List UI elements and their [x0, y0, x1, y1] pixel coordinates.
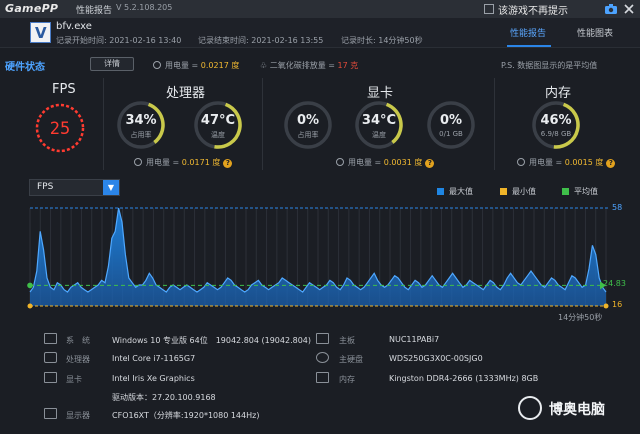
- cpu-power: 用电量 = 0.0171 度?: [134, 157, 233, 168]
- version-text: V 5.2.108.205: [116, 3, 173, 12]
- ram-value: Kingston DDR4-2666 (1333MHz) 8GB: [389, 374, 539, 383]
- y-min-label: 16: [612, 300, 623, 309]
- clock-icon: [336, 158, 344, 166]
- disk-value: WDS250G3X0C-00SJG0: [389, 354, 483, 363]
- clock-icon: [517, 158, 525, 166]
- co2-emission: ♧ 二氧化碳排放量 = 17 克: [260, 61, 359, 70]
- gpu-usage-gauge: 0% 占用率: [283, 100, 333, 150]
- gpu-temp-label: 温度: [372, 131, 386, 139]
- help-icon[interactable]: ?: [606, 159, 616, 168]
- disk-label: 主硬盘: [339, 355, 363, 364]
- cpu-info-label: 处理器: [66, 355, 90, 364]
- system-value: Windows 10 专业版 64位 19042.804 (19042.804): [112, 336, 312, 345]
- title-bar: GamePP 性能报告 V 5.2.108.205 该游戏不再提示: [0, 0, 640, 18]
- gpu-label: 显卡: [367, 86, 394, 101]
- divider: [262, 78, 263, 170]
- divider: [103, 78, 104, 170]
- camera-icon[interactable]: [604, 2, 618, 16]
- min-end-point: [603, 303, 609, 309]
- tab-performance-chart[interactable]: 性能图表: [577, 26, 613, 39]
- close-icon[interactable]: [622, 2, 636, 16]
- gpu-info-value: Intel Iris Xe Graphics: [112, 374, 195, 383]
- monitor-icon: [44, 408, 57, 419]
- display-label: 显示器: [66, 411, 90, 420]
- details-button[interactable]: 详情: [90, 57, 134, 71]
- cpu-icon: [44, 352, 57, 363]
- game-icon: [30, 22, 51, 43]
- fps-chart: [27, 207, 610, 309]
- gpu-info-label: 显卡: [66, 375, 82, 384]
- memory-usage-label: 6.9/8 GB: [540, 130, 572, 138]
- gpu-vram-gauge: 0% 0/1 GB: [426, 100, 476, 150]
- display-value: CFO16XT（分辨率:1920*1080 144Hz): [112, 411, 260, 420]
- total-power: 用电量 = 0.0217 度: [153, 60, 239, 71]
- memory-power: 用电量 = 0.0015 度?: [517, 157, 616, 168]
- y-max-label: 58: [612, 203, 623, 212]
- y-avg-label: 24.83: [603, 279, 626, 288]
- report-header: bfv.exe 记录开始时间: 2021-02-16 13:40 记录结束时间:…: [0, 18, 640, 48]
- board-label: 主板: [339, 336, 355, 345]
- gpu-vram-value: 0%: [439, 113, 463, 128]
- divider: [494, 78, 495, 170]
- system-label: 系 统: [66, 336, 90, 345]
- cpu-info-value: Intel Core i7-1165G7: [112, 354, 196, 363]
- app-logo: GamePP: [5, 2, 59, 15]
- fps-value: 25: [49, 119, 71, 139]
- clock-icon: [134, 158, 142, 166]
- board-value: NUC11PABi7: [389, 335, 440, 344]
- cpu-label: 处理器: [166, 86, 206, 101]
- record-start: 记录开始时间: 2021-02-16 13:40: [56, 36, 182, 45]
- gpu-temp-gauge: 34°C 温度: [354, 100, 404, 150]
- record-end: 记录结束时间: 2021-02-16 13:55: [198, 36, 324, 45]
- gpu-usage-value: 0%: [296, 113, 320, 128]
- driver-version: 驱动版本：27.20.100.9168: [112, 393, 216, 402]
- game-name: bfv.exe: [56, 21, 92, 32]
- avg-note: P.S. 数据图显示的是平均值: [501, 61, 598, 70]
- leaf-icon: ♧: [260, 61, 268, 70]
- gpu-usage-label: 占用率: [297, 131, 319, 139]
- memory-usage-value: 46%: [540, 113, 572, 128]
- memory-label: 内存: [545, 86, 572, 101]
- cpu-usage-value: 34%: [125, 113, 157, 128]
- gpu-power: 用电量 = 0.0031 度?: [336, 157, 435, 168]
- metric-select[interactable]: FPS ▼: [29, 179, 120, 196]
- cpu-temp-gauge: 47°C 温度: [193, 100, 243, 150]
- gpu-icon: [44, 372, 57, 383]
- ram-icon: [316, 372, 329, 383]
- cpu-temp-value: 47°C: [200, 113, 236, 128]
- hardware-status-title: 硬件状态: [5, 62, 45, 73]
- gpu-temp-value: 34°C: [361, 113, 397, 128]
- cpu-usage-gauge: 34% 占用率: [116, 100, 166, 150]
- chevron-down-icon[interactable]: ▼: [103, 180, 119, 195]
- disk-icon: [316, 352, 329, 363]
- watermark-logo-icon: [518, 396, 542, 420]
- cpu-temp-label: 温度: [211, 131, 225, 139]
- fps-label: FPS: [52, 82, 76, 97]
- memory-usage-gauge: 46% 6.9/8 GB: [531, 100, 581, 150]
- min-start-point: [27, 303, 33, 309]
- help-icon[interactable]: ?: [425, 159, 435, 168]
- clock-icon: [153, 61, 161, 69]
- x-end-label: 14分钟50秒: [558, 313, 603, 322]
- avg-start-point: [27, 282, 33, 289]
- windows-icon: [44, 333, 57, 344]
- ram-label: 内存: [339, 375, 355, 384]
- record-duration: 记录时长: 14分钟50秒: [341, 36, 423, 45]
- window-title: 性能报告: [76, 6, 113, 16]
- cpu-usage-label: 占用率: [130, 131, 152, 139]
- active-tab-indicator: [507, 45, 551, 47]
- no-prompt-checkbox[interactable]: [484, 4, 494, 14]
- no-prompt-label[interactable]: 该游戏不再提示: [498, 2, 568, 17]
- tab-performance-report[interactable]: 性能报告: [510, 26, 546, 39]
- watermark-text: 博奥电脑: [549, 402, 605, 418]
- gpu-vram-label: 0/1 GB: [439, 130, 463, 138]
- motherboard-icon: [316, 333, 329, 344]
- help-icon[interactable]: ?: [223, 159, 233, 168]
